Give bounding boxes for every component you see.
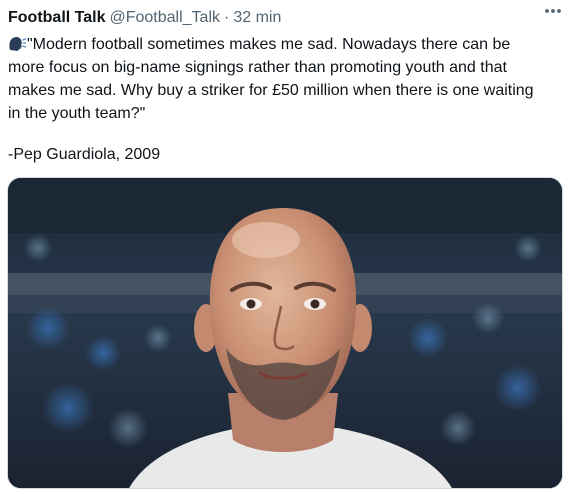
tweet-text-line-1-text: "Modern football sometimes makes me sad.… bbox=[27, 36, 511, 53]
tweet-text-line-4: in the youth team?" bbox=[8, 105, 146, 122]
separator-dot: · bbox=[224, 9, 230, 26]
tweet-text-line-2: more focus on big-name signings rather t… bbox=[8, 59, 507, 76]
tweet-photo[interactable] bbox=[7, 177, 563, 489]
more-options-icon[interactable] bbox=[541, 2, 565, 20]
tweet-text: "Modern football sometimes makes me sad.… bbox=[8, 33, 558, 125]
speaking-head-icon bbox=[9, 36, 26, 51]
quote-attribution: -Pep Guardiola, 2009 bbox=[8, 146, 161, 163]
tweet-card[interactable]: Football Talk @Football_Talk · 32 min "M… bbox=[0, 0, 569, 494]
timestamp[interactable]: 32 min bbox=[233, 9, 281, 27]
tweet-text-line-3: makes me sad. Why buy a striker for £50 … bbox=[8, 82, 534, 99]
display-name[interactable]: Football Talk bbox=[8, 9, 105, 27]
user-handle[interactable]: @Football_Talk bbox=[109, 9, 220, 27]
tweet-header: Football Talk @Football_Talk · 32 min bbox=[8, 7, 555, 29]
tweet-text-line-1: "Modern football sometimes makes me sad.… bbox=[8, 33, 558, 56]
photo-illustration bbox=[8, 178, 562, 488]
